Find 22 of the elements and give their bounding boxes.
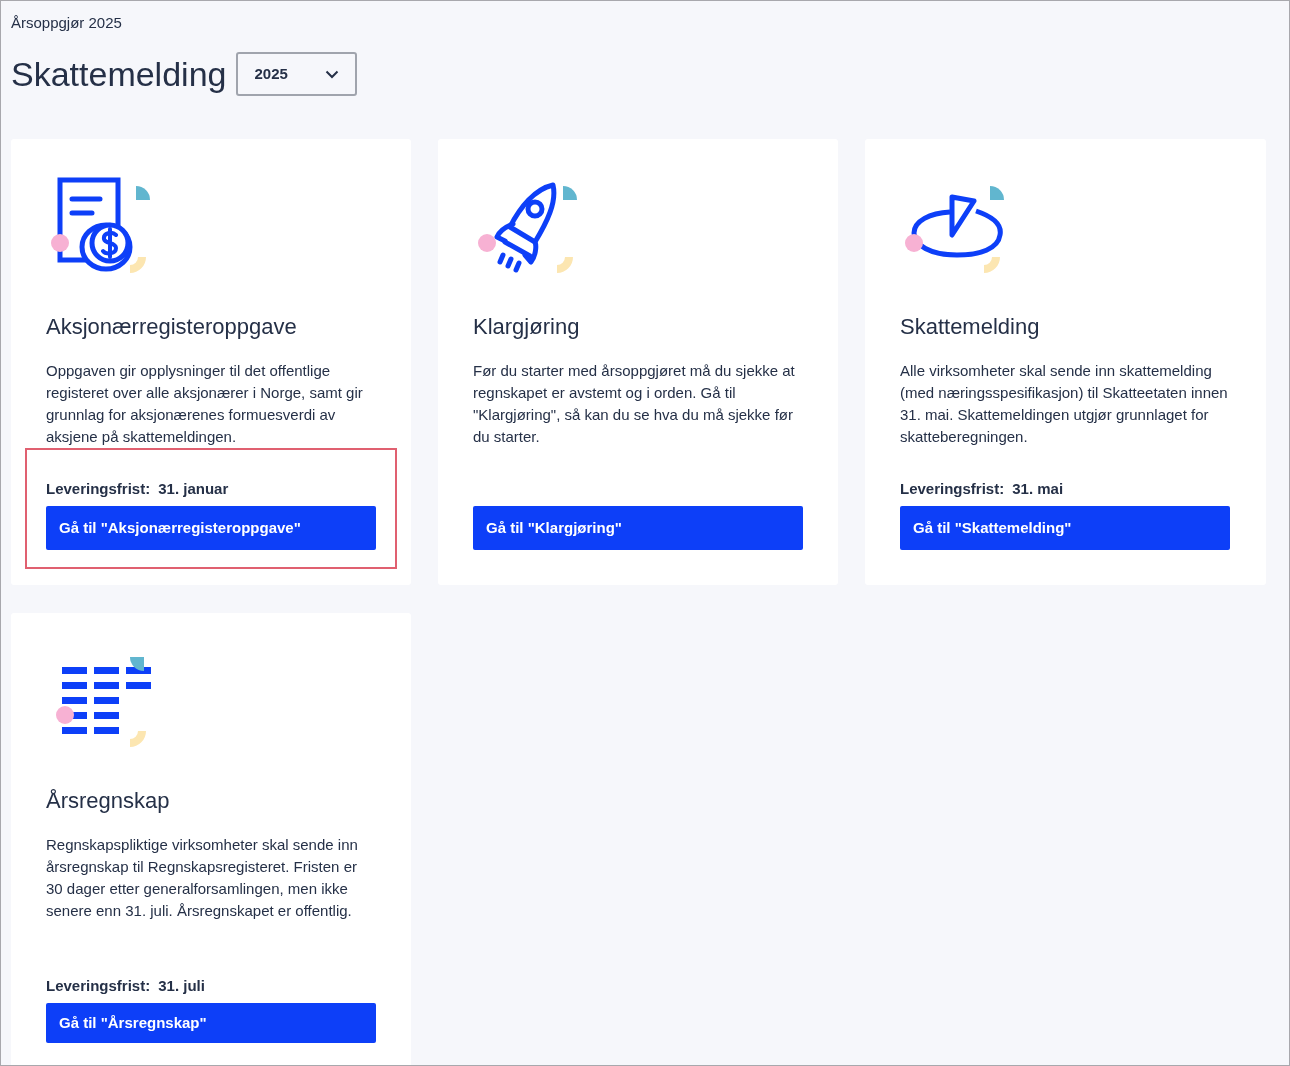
card-description: Alle virksomheter skal sende inn skattemelding (med næringsspesifikasjon) til Skatteetaten innen 31. mai. Skattemeldingen utgjør grunnlaget for skatteberegningen.: [900, 360, 1229, 447]
card-description: Regnskapspliktige virksomheter skal sende inn årsregnskap til Regnskapsregisteret. Fristen er 30 dager etter generalforsamlingen, men ikke senere enn 31. juli. Årsregnskapet er offentlig.: [46, 834, 359, 921]
card-description: Før du starter med årsoppgjøret må du sjekke at regnskapet er avstemt og i orden. Gå til "Klargjøring", så kan du se hva du må sjekke før du starter.: [473, 360, 796, 447]
deadline-label: Leveringsfrist:: [900, 478, 1005, 499]
card-title: Klargjøring: [473, 313, 581, 341]
card-title: Aksjonærregisteroppgave: [46, 313, 298, 341]
card-title: Årsregnskap: [46, 787, 171, 815]
go-to-button[interactable]: Gå til "Aksjonærregisteroppgave": [46, 506, 376, 550]
deadline-date: 31. juli: [158, 975, 205, 996]
chevron-down-icon: [325, 69, 340, 79]
deadline-label: Leveringsfrist:: [46, 478, 151, 499]
deadline-date: 31. januar: [158, 478, 229, 499]
deadline-date: 31. mai: [1012, 478, 1064, 499]
go-to-button[interactable]: Gå til "Klargjøring": [473, 506, 803, 550]
card-title: Skattemelding: [900, 313, 1041, 341]
card-description: Oppgaven gir opplysninger til det offentlige registeret over alle aksjonærer i Norge, samt gir grunnlag for aksjonærenes formuesverdi av aksjene på skattemeldingen.: [46, 360, 364, 447]
go-to-button[interactable]: Gå til "Årsregnskap": [46, 1003, 376, 1043]
deadline-label: Leveringsfrist:: [46, 975, 151, 996]
page-heading: Skattemelding: [11, 57, 227, 91]
breadcrumb: Årsoppgjør 2025: [11, 14, 122, 31]
go-to-button[interactable]: Gå til "Skattemelding": [900, 506, 1230, 550]
year-select[interactable]: 2025: [236, 52, 358, 96]
